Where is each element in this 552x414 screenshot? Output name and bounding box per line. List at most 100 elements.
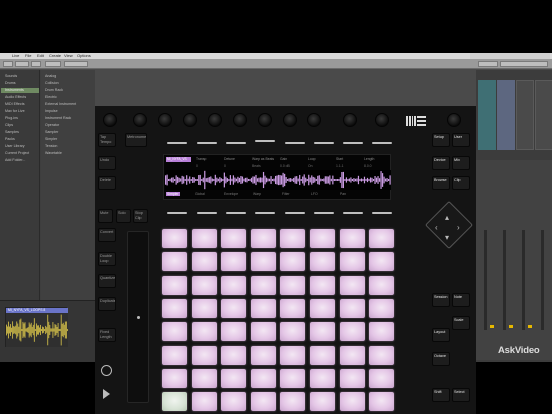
undo-button[interactable]: Undo xyxy=(98,156,116,170)
browser-item[interactable]: Instrument Rack xyxy=(42,116,94,121)
shift-button[interactable]: Shift xyxy=(432,388,450,402)
browser-item[interactable]: Simpler xyxy=(42,137,94,142)
pad[interactable] xyxy=(369,345,395,365)
pad[interactable] xyxy=(280,345,306,365)
encoder-knob[interactable] xyxy=(307,113,321,127)
note-button[interactable]: Note xyxy=(452,293,470,307)
record-icon[interactable] xyxy=(101,365,112,376)
browser-place-item[interactable]: Instruments xyxy=(1,88,39,93)
pad[interactable] xyxy=(162,252,187,272)
pad[interactable] xyxy=(280,368,306,388)
pad[interactable] xyxy=(221,368,247,388)
scale-button[interactable]: Scale xyxy=(452,316,470,330)
pad[interactable] xyxy=(250,252,276,272)
pad[interactable] xyxy=(310,322,335,342)
user-button[interactable]: User xyxy=(452,133,470,147)
pad[interactable] xyxy=(280,275,306,295)
pad[interactable] xyxy=(339,392,365,412)
encoder-knob[interactable] xyxy=(343,113,357,127)
pad[interactable] xyxy=(310,229,335,248)
pad[interactable] xyxy=(369,392,395,412)
pad[interactable] xyxy=(191,345,217,365)
pad[interactable] xyxy=(221,345,247,365)
metronome-toggle[interactable] xyxy=(45,61,61,67)
pad[interactable] xyxy=(221,275,247,295)
lower-display-button[interactable] xyxy=(197,212,217,214)
clip-button[interactable]: Clip xyxy=(452,176,470,190)
pad[interactable] xyxy=(339,252,365,272)
encoder-knob[interactable] xyxy=(283,113,297,127)
encoder-knob[interactable] xyxy=(183,113,197,127)
lower-display-button[interactable] xyxy=(372,212,392,214)
time-signature-field[interactable] xyxy=(31,61,41,67)
mix-button[interactable]: Mix xyxy=(452,156,470,170)
upper-display-button[interactable] xyxy=(197,142,217,144)
browser-place-item[interactable]: Packs xyxy=(1,137,39,142)
pad[interactable] xyxy=(369,368,395,388)
pad[interactable] xyxy=(250,345,276,365)
browser-item[interactable]: Sampler xyxy=(42,130,94,135)
pad[interactable] xyxy=(280,298,306,318)
mute-button[interactable]: Mute xyxy=(98,209,113,223)
select-button[interactable]: Select xyxy=(452,388,470,402)
pad[interactable] xyxy=(221,392,247,412)
encoder-knob[interactable] xyxy=(258,113,272,127)
browser-place-item[interactable]: Plug-ins xyxy=(1,116,39,121)
pad[interactable] xyxy=(162,392,187,412)
upper-display-button[interactable] xyxy=(226,142,246,144)
play-icon[interactable] xyxy=(103,389,110,399)
pad[interactable] xyxy=(191,252,217,272)
touch-strip[interactable] xyxy=(127,231,149,403)
dpad-down-icon[interactable]: ▾ xyxy=(445,234,449,242)
volume-fader-2[interactable] xyxy=(503,230,506,330)
tap-button[interactable] xyxy=(3,61,13,67)
pad[interactable] xyxy=(339,229,365,248)
track-activator-2[interactable] xyxy=(509,325,513,328)
pad[interactable] xyxy=(162,229,187,248)
pad[interactable] xyxy=(310,275,335,295)
browser-place-item[interactable]: Sounds xyxy=(1,74,39,79)
encoder-knob[interactable] xyxy=(133,113,147,127)
pad[interactable] xyxy=(191,298,217,318)
encoder-knob[interactable] xyxy=(447,113,461,127)
pad[interactable] xyxy=(221,298,247,318)
volume-fader-3[interactable] xyxy=(522,230,525,330)
pad[interactable] xyxy=(369,275,395,295)
upper-display-button[interactable] xyxy=(372,142,392,144)
pad[interactable] xyxy=(369,322,395,342)
key-midi-map-buttons[interactable] xyxy=(500,61,548,67)
pad[interactable] xyxy=(250,229,276,248)
pad[interactable] xyxy=(369,252,395,272)
session-button[interactable]: Session xyxy=(432,293,450,307)
metronome-button[interactable]: Metronome xyxy=(125,133,147,147)
fixed-length-button[interactable]: Fixed Length xyxy=(98,328,116,342)
track-activator-1[interactable] xyxy=(490,325,494,328)
duplicate-button[interactable]: Duplicate xyxy=(98,297,116,311)
upper-display-button[interactable] xyxy=(314,142,334,144)
upper-display-button[interactable] xyxy=(255,140,275,142)
browser-place-item[interactable]: MIDI Effects xyxy=(1,102,39,107)
device-button[interactable]: Device xyxy=(432,156,450,170)
lower-display-button[interactable] xyxy=(255,212,275,214)
encoder-knob[interactable] xyxy=(103,113,117,127)
octave-button[interactable]: Octave xyxy=(432,352,450,366)
dpad-up-icon[interactable]: ▴ xyxy=(445,214,449,222)
pad[interactable] xyxy=(162,298,187,318)
pad[interactable] xyxy=(339,322,365,342)
pad[interactable] xyxy=(310,345,335,365)
track-activator-3[interactable] xyxy=(528,325,532,328)
pad[interactable] xyxy=(162,322,187,342)
encoder-knob[interactable] xyxy=(208,113,222,127)
tap-tempo-button[interactable]: Tap Tempo xyxy=(98,133,116,147)
browser-place-item[interactable]: Clips xyxy=(1,123,39,128)
browser-place-item[interactable]: User Library xyxy=(1,144,39,149)
clip-view[interactable]: MI_NYFA_VS_LOOPS 8 xyxy=(5,307,68,347)
pad[interactable] xyxy=(191,322,217,342)
pad[interactable] xyxy=(221,252,247,272)
browser-item[interactable]: Drum Rack xyxy=(42,88,94,93)
volume-fader-master[interactable] xyxy=(541,230,544,330)
delete-button[interactable]: Delete xyxy=(98,176,116,190)
encoder-knob[interactable] xyxy=(375,113,389,127)
browser-item[interactable]: External Instrument xyxy=(42,102,94,107)
browser-item[interactable]: Analog xyxy=(42,74,94,79)
